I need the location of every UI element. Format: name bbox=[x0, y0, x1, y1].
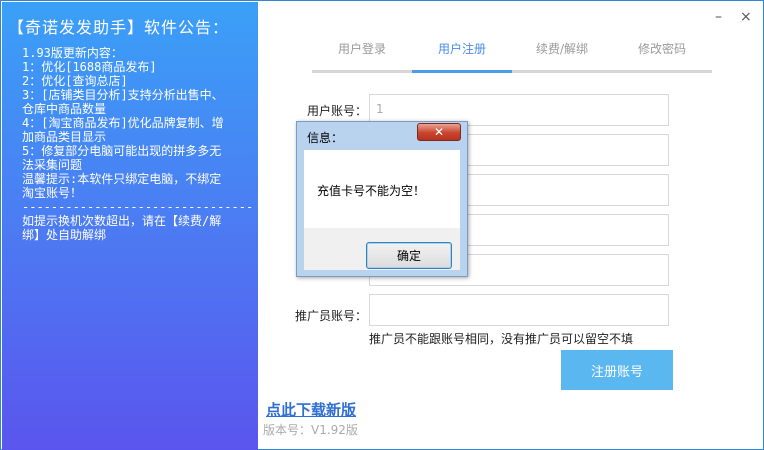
tab-change-password[interactable]: 修改密码 bbox=[612, 37, 712, 70]
note-line: 如提示换机次数超出，请在【续费/解 bbox=[22, 214, 222, 228]
dialog-message: 充值卡号不能为空！ bbox=[317, 184, 426, 198]
announcement-panel: 【奇诺发发助手】软件公告： 1.93版更新内容： 1：优化[1688商品发布] … bbox=[2, 2, 258, 450]
note-line: 加商品类目显示 bbox=[22, 130, 107, 144]
close-icon: ✕ bbox=[433, 125, 445, 139]
version-label: 版本号：V1.92版 bbox=[263, 423, 358, 437]
note-line: 5：修复部分电脑可能出现的拼多多无 bbox=[22, 144, 222, 158]
dialog-footer: 确定 bbox=[304, 228, 460, 270]
referrer-label: 推广员账号： bbox=[294, 309, 367, 323]
tab-login[interactable]: 用户登录 bbox=[312, 37, 412, 70]
note-line: 法采集问题 bbox=[22, 158, 83, 172]
download-link[interactable]: 点此下载新版 bbox=[266, 399, 356, 420]
note-line: 温馨提示:本软件只绑定电脑，不绑定 bbox=[22, 172, 222, 186]
tab-bar: 用户登录 用户注册 续费/解绑 修改密码 bbox=[312, 37, 712, 73]
note-line: 1：优化[1688商品发布] bbox=[22, 60, 157, 74]
announcement-notes: 1.93版更新内容： 1：优化[1688商品发布] 2：优化[查询总店] 3：[… bbox=[22, 46, 254, 242]
note-line: 2：优化[查询总店] bbox=[22, 74, 128, 88]
close-button[interactable]: × bbox=[740, 9, 752, 25]
note-line: 4：[淘宝商品发布]优化品牌复制、增 bbox=[22, 116, 224, 130]
note-line: 3：[店铺类目分析]支持分析出售中、 bbox=[22, 88, 224, 102]
tab-register[interactable]: 用户注册 bbox=[412, 37, 512, 73]
register-button[interactable]: 注册账号 bbox=[561, 350, 673, 390]
message-dialog: 信息： ✕ 充值卡号不能为空！ 确定 bbox=[296, 121, 468, 277]
note-line: 仓库中商品数量 bbox=[22, 102, 107, 116]
note-line: 1.93版更新内容： bbox=[22, 46, 123, 60]
referrer-input[interactable] bbox=[369, 294, 669, 326]
account-label: 用户账号： bbox=[306, 104, 367, 118]
ok-button[interactable]: 确定 bbox=[366, 242, 452, 269]
dialog-body: 充值卡号不能为空！ bbox=[304, 150, 460, 228]
note-line: 淘宝账号！ bbox=[22, 186, 83, 200]
announcement-title: 【奇诺发发助手】软件公告： bbox=[8, 18, 230, 37]
main-window: 【奇诺发发助手】软件公告： 1.93版更新内容： 1：优化[1688商品发布] … bbox=[0, 0, 764, 450]
note-line: -------------------------------- bbox=[22, 200, 254, 214]
note-line: 绑】处自助解绑 bbox=[22, 228, 107, 242]
minimize-button[interactable]: – bbox=[715, 9, 722, 25]
dialog-title: 信息： bbox=[307, 131, 344, 145]
dialog-close-button[interactable]: ✕ bbox=[417, 123, 461, 141]
tab-renew-unbind[interactable]: 续费/解绑 bbox=[512, 37, 612, 70]
referrer-hint: 推广员不能跟账号相同，没有推广员可以留空不填 bbox=[369, 332, 634, 346]
